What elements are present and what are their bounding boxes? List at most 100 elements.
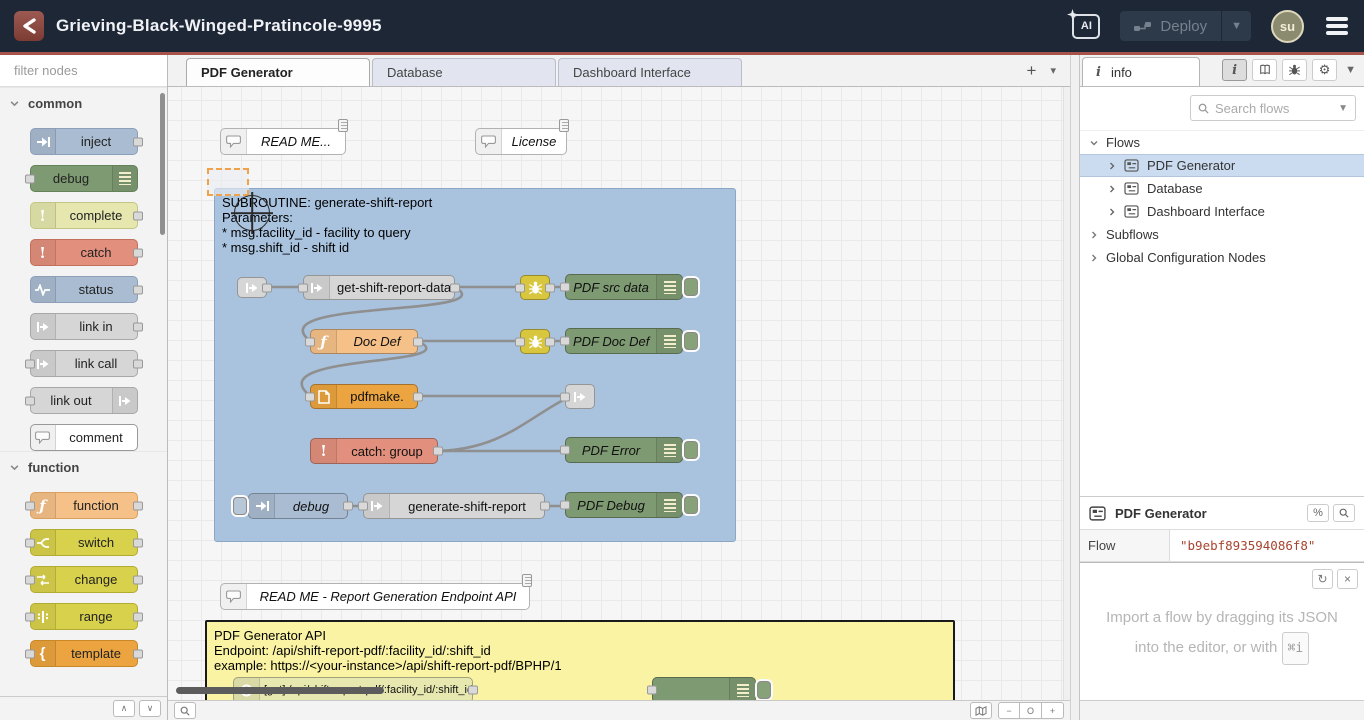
ai-assistant-button[interactable]: AI [1072,14,1100,39]
find-in-workspace-button[interactable] [1333,504,1355,522]
node-port-out[interactable] [133,575,143,584]
chevron-right-icon[interactable] [1108,185,1116,193]
palette-node-comment[interactable]: comment [30,424,138,451]
tree-global-config-header[interactable]: Global Configuration Nodes [1080,246,1364,269]
flow-canvas[interactable]: SUBROUTINE: generate-shift-reportParamet… [168,87,1070,700]
node-port-out[interactable] [133,322,143,331]
comment-node[interactable]: License [475,128,567,155]
node-port-in[interactable] [560,283,570,292]
flow-search-input[interactable] [1215,101,1332,116]
debug-toggle-button[interactable] [684,278,698,296]
flow-node-catch-group[interactable]: !catch: group [310,438,438,464]
palette-node-change[interactable]: change [30,566,138,593]
tree-item-dashboard-interface[interactable]: Dashboard Interface [1080,200,1364,223]
palette-category-common[interactable]: common [0,87,167,118]
node-port-out[interactable] [433,447,443,456]
canvas-horizontal-scrollbar[interactable] [176,687,384,694]
node-port-in[interactable] [25,649,35,658]
palette-node-link-call[interactable]: link call [30,350,138,377]
main-menu-button[interactable] [1324,13,1350,39]
tree-subflows-header[interactable]: Subflows [1080,223,1364,246]
node-port-out[interactable] [133,137,143,146]
node-port-in[interactable] [25,538,35,547]
palette-filter-input[interactable] [14,63,190,78]
node-port-out[interactable] [545,283,555,292]
node-port-in[interactable] [25,174,35,183]
node-port-out[interactable] [133,248,143,257]
flow-node-partial-debug[interactable] [652,677,756,700]
node-port-out[interactable] [343,502,353,511]
flow-node-junction-2[interactable] [520,329,550,354]
node-port-in[interactable] [25,612,35,621]
node-port-in[interactable] [560,337,570,346]
flow-node-pdf-debug[interactable]: PDF Debug [565,492,683,518]
deploy-options-caret-icon[interactable]: ▼ [1222,20,1251,32]
tree-item-pdf-generator[interactable]: PDF Generator [1080,154,1364,177]
node-port-out[interactable] [133,538,143,547]
flow-node-pdf-error[interactable]: PDF Error [565,437,683,463]
node-port-out[interactable] [133,359,143,368]
tree-flows-header[interactable]: Flows [1080,131,1364,154]
node-port-in[interactable] [560,446,570,455]
debug-toggle-button[interactable] [684,332,698,350]
node-port-out[interactable] [133,612,143,621]
navigator-button[interactable] [970,702,992,719]
sidebar-resize-handle[interactable] [1070,55,1080,720]
deploy-button[interactable]: Deploy ▼ [1120,11,1251,41]
user-avatar[interactable]: su [1271,10,1304,43]
sidebar-config-button[interactable]: ⚙ [1312,59,1337,81]
flow-node-inject-debug[interactable]: debug [248,493,348,519]
sidebar-tab-info[interactable]: i info [1082,57,1200,86]
node-port-out[interactable] [540,502,550,511]
palette-node-complete[interactable]: !complete [30,202,138,229]
flow-node-pdf-src-data[interactable]: PDF src data [565,274,683,300]
sidebar-help-button[interactable] [1252,59,1277,81]
sidebar-info-button[interactable]: i [1222,59,1247,81]
canvas-vertical-scrollbar[interactable] [1063,87,1070,700]
palette-category-function[interactable]: function [0,451,167,482]
palette-node-template[interactable]: {template [30,640,138,667]
canvas-search-button[interactable] [174,702,196,719]
node-port-in[interactable] [515,283,525,292]
flow-node-generate-shift-report[interactable]: generate-shift-report [363,493,545,519]
tab-dashboard-interface[interactable]: Dashboard Interface [558,58,742,86]
node-port-in[interactable] [25,396,35,405]
node-port-in[interactable] [560,392,570,401]
node-port-out[interactable] [468,686,478,695]
flow-node-pdfmake[interactable]: pdfmake. [310,384,418,409]
zoom-in-button[interactable]: + [1042,702,1064,719]
node-port-out[interactable] [413,392,423,401]
flow-list-caret-icon[interactable]: ▾ [1050,64,1056,77]
palette-node-debug[interactable]: debug [30,165,138,192]
palette-node-link-out[interactable]: link out [30,387,138,414]
node-port-out[interactable] [133,285,143,294]
next-tip-button[interactable]: ↻ [1312,569,1333,589]
add-flow-button[interactable]: + [1027,61,1037,81]
flow-node-link-in[interactable] [237,277,267,298]
sidebar-debug-button[interactable] [1282,59,1307,81]
copy-link-button[interactable]: % [1307,504,1329,522]
search-options-caret-icon[interactable]: ▼ [1338,103,1348,114]
palette-scrollbar[interactable] [160,93,165,235]
flow-search-box[interactable]: ▼ [1190,95,1356,121]
comment-node[interactable]: READ ME - Report Generation Endpoint API [220,583,530,610]
node-port-out[interactable] [450,283,460,292]
flow-node-junction-1[interactable] [520,275,550,300]
palette-node-function[interactable]: ƒfunction [30,492,138,519]
group-subroutine[interactable]: SUBROUTINE: generate-shift-reportParamet… [214,188,736,542]
palette-node-range[interactable]: range [30,603,138,630]
comment-node[interactable]: READ ME... [220,128,346,155]
palette-node-inject[interactable]: inject [30,128,138,155]
flow-node-get-shift-report-data[interactable]: get-shift-report-data [303,275,455,300]
debug-toggle-button[interactable] [684,496,698,514]
palette-collapse-all-button[interactable]: ∧ [113,700,135,717]
flow-node-link-out[interactable] [565,384,595,409]
node-port-in[interactable] [298,283,308,292]
chevron-right-icon[interactable] [1108,208,1116,216]
node-port-in[interactable] [25,501,35,510]
tab-pdf-generator[interactable]: PDF Generator [186,58,370,86]
debug-toggle-button[interactable] [684,441,698,459]
node-port-in[interactable] [647,686,657,695]
tree-item-database[interactable]: Database [1080,177,1364,200]
node-port-out[interactable] [545,337,555,346]
